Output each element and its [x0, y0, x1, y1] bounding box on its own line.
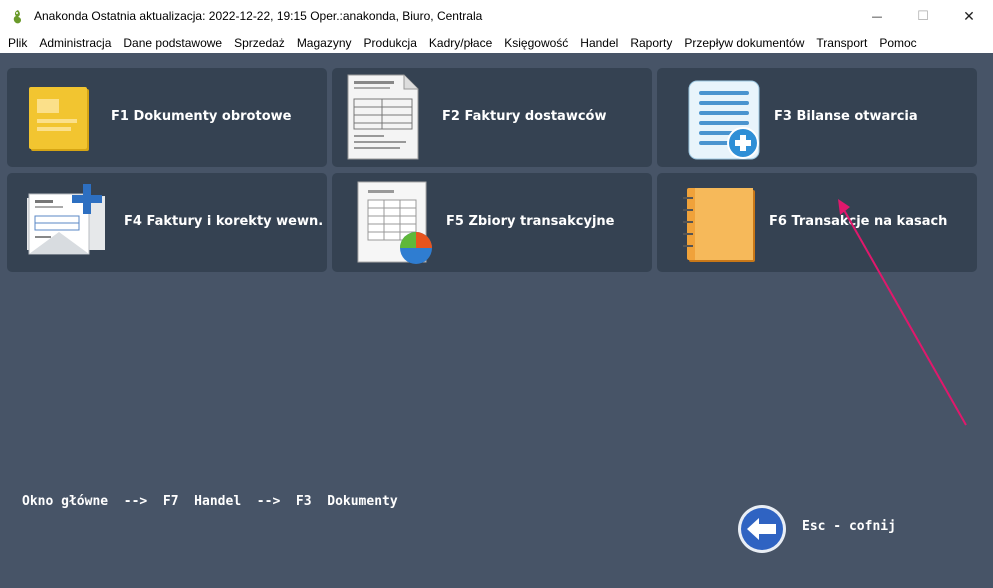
- tile-f5-zbiory-transakcyjne[interactable]: F5 Zbiory transakcyjne: [332, 173, 652, 272]
- menu-pomoc[interactable]: Pomoc: [873, 33, 922, 53]
- list-add-icon: [688, 80, 760, 160]
- close-icon: ✕: [963, 8, 975, 25]
- tile-label: F6 Transakcje na kasach: [769, 214, 948, 229]
- invoice-plus-icon: [27, 184, 105, 255]
- menu-plik[interactable]: Plik: [2, 33, 33, 53]
- tile-f6-transakcje-na-kasach[interactable]: F6 Transakcje na kasach: [657, 173, 977, 272]
- tile-label: F5 Zbiory transakcyjne: [446, 214, 615, 229]
- menu-przeplyw-dokumentow[interactable]: Przepływ dokumentów: [678, 33, 810, 53]
- menu-produkcja[interactable]: Produkcja: [358, 33, 423, 53]
- breadcrumb: Okno główne --> F7 Handel --> F3 Dokumen…: [22, 494, 398, 509]
- invoice-document-icon: [347, 74, 419, 160]
- menu-administracja[interactable]: Administracja: [33, 33, 117, 53]
- window-title: Anakonda Ostatnia aktualizacja: 2022-12-…: [34, 9, 483, 23]
- tile-label: F4 Faktury i korekty wewn.: [124, 214, 324, 229]
- menu-ksiegowosc[interactable]: Księgowość: [498, 33, 574, 53]
- maximize-icon: ☐: [917, 9, 929, 24]
- back-arrow-icon[interactable]: [737, 504, 787, 554]
- menu-transport[interactable]: Transport: [810, 33, 873, 53]
- menu-raporty[interactable]: Raporty: [624, 33, 678, 53]
- tile-label: F1 Dokumenty obrotowe: [111, 109, 292, 124]
- menu-dane-podstawowe[interactable]: Dane podstawowe: [117, 33, 228, 53]
- tile-f4-faktury-i-korekty[interactable]: F4 Faktury i korekty wewn.: [7, 173, 327, 272]
- notepad-icon: [29, 87, 89, 151]
- maximize-button[interactable]: ☐: [900, 0, 946, 33]
- main-panel: F1 Dokumenty obrotowe F2 Faktury dostawc…: [0, 53, 993, 588]
- tile-f3-bilanse-otwarcia[interactable]: F3 Bilanse otwarcia: [657, 68, 977, 167]
- tile-label: F3 Bilanse otwarcia: [774, 109, 918, 124]
- back-label[interactable]: Esc - cofnij: [802, 519, 896, 534]
- minimize-button[interactable]: —: [854, 0, 900, 33]
- close-button[interactable]: ✕: [946, 0, 992, 33]
- tile-f2-faktury-dostawcow[interactable]: F2 Faktury dostawców: [332, 68, 652, 167]
- menu-bar: Plik Administracja Dane podstawowe Sprze…: [0, 33, 993, 53]
- menu-magazyny[interactable]: Magazyny: [291, 33, 358, 53]
- spreadsheet-chart-icon: [357, 181, 432, 264]
- notebook-icon: [683, 188, 755, 262]
- menu-kadry-place[interactable]: Kadry/płace: [423, 33, 498, 53]
- minimize-icon: —: [871, 10, 883, 23]
- tile-f1-dokumenty-obrotowe[interactable]: F1 Dokumenty obrotowe: [7, 68, 327, 167]
- menu-handel[interactable]: Handel: [574, 33, 624, 53]
- title-bar: Anakonda Ostatnia aktualizacja: 2022-12-…: [0, 0, 993, 33]
- anakonda-app-icon: [13, 10, 21, 24]
- tile-label: F2 Faktury dostawców: [442, 109, 607, 124]
- menu-sprzedaz[interactable]: Sprzedaż: [228, 33, 291, 53]
